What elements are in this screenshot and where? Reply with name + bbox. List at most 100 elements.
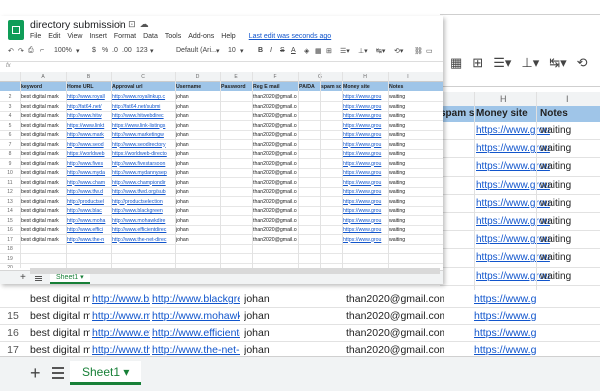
menu-item-edit[interactable]: Edit bbox=[48, 33, 60, 40]
row-number[interactable]: 14 bbox=[0, 208, 20, 214]
column-letter[interactable]: I bbox=[566, 94, 569, 104]
table-cell[interactable]: http://www.the-net-direc bbox=[112, 237, 174, 243]
notes-cell[interactable]: waiting bbox=[540, 180, 571, 191]
table-cell[interactable]: https://www.grou bbox=[343, 151, 387, 157]
table-cell[interactable]: http://www.tfw.d bbox=[67, 189, 110, 195]
table-cell[interactable]: johan bbox=[176, 208, 219, 214]
column-letter[interactable]: I bbox=[388, 74, 428, 80]
sheet-tab[interactable]: Sheet1 ▾ bbox=[70, 361, 142, 385]
table-cell[interactable]: https://www.grou bbox=[474, 293, 536, 305]
menu-item-addons[interactable]: Add-ons bbox=[188, 33, 214, 40]
move-icon[interactable]: ⊡ bbox=[128, 19, 140, 29]
table-cell[interactable]: http://www.blackgreen bbox=[152, 293, 240, 305]
table-cell[interactable]: waiting bbox=[389, 199, 427, 205]
row-number[interactable]: 20 bbox=[0, 265, 20, 268]
table-cell[interactable]: http://www.seodirectory bbox=[112, 142, 174, 148]
table-cell[interactable]: than2020@gmail.com bbox=[253, 161, 297, 167]
table-cell[interactable]: waiting bbox=[389, 161, 427, 167]
table-cell[interactable]: waiting bbox=[389, 151, 427, 157]
table-cell[interactable]: http://www.myda bbox=[67, 170, 110, 176]
wrap-icon[interactable]: ↹▾ bbox=[549, 55, 566, 71]
table-cell[interactable]: than2020@gmail.com bbox=[253, 227, 297, 233]
table-cell[interactable]: https://www.grou bbox=[343, 123, 387, 129]
table-cell[interactable]: http://www.moha bbox=[67, 218, 110, 224]
table-cell[interactable]: than2020@gmail.com bbox=[253, 104, 297, 110]
table-cell[interactable]: https://www.grou bbox=[343, 208, 387, 214]
table-cell[interactable]: waiting bbox=[389, 218, 427, 224]
table-cell[interactable]: http://fat64.net/ bbox=[67, 104, 110, 110]
last-edit-link[interactable]: Last edit was seconds ago bbox=[249, 33, 332, 40]
table-cell[interactable]: http://www.fives bbox=[67, 161, 110, 167]
row-number[interactable]: 10 bbox=[0, 170, 20, 176]
table-cell[interactable]: than2020@gmail.com bbox=[253, 170, 297, 176]
document-title[interactable]: directory submission bbox=[30, 19, 126, 31]
table-cell[interactable]: than2020@gmail.com bbox=[253, 132, 297, 138]
table-cell[interactable]: http://www.efficientdirec bbox=[112, 227, 174, 233]
table-cell[interactable]: https://www.grou bbox=[343, 227, 387, 233]
table-cell[interactable]: best digital mark bbox=[21, 123, 65, 129]
column-letter[interactable]: A bbox=[20, 74, 66, 80]
row-number[interactable]: 15 bbox=[0, 218, 20, 224]
table-cell[interactable]: than2020@gmail.com bbox=[346, 293, 444, 305]
more-formats-chevron-icon[interactable]: ▾ bbox=[150, 47, 154, 55]
table-cell[interactable]: johan bbox=[176, 170, 219, 176]
money-site-cell[interactable]: https://www.grou bbox=[476, 180, 550, 191]
money-site-cell[interactable]: https://www.grou bbox=[476, 143, 550, 154]
table-cell[interactable]: http://www.effici bbox=[92, 327, 150, 339]
all-sheets-icon[interactable] bbox=[35, 276, 42, 282]
table-cell[interactable]: waiting bbox=[389, 208, 427, 214]
notes-cell[interactable]: waiting bbox=[540, 143, 571, 154]
notes-cell[interactable]: waiting bbox=[540, 271, 571, 282]
table-cell[interactable]: johan bbox=[176, 199, 219, 205]
table-cell[interactable]: best digital mark bbox=[30, 293, 90, 305]
strikethrough-button[interactable]: S bbox=[280, 47, 285, 54]
notes-cell[interactable]: waiting bbox=[540, 216, 571, 227]
table-cell[interactable]: best digital mark bbox=[30, 344, 90, 356]
header-cell[interactable]: spam sc bbox=[440, 108, 474, 119]
table-cell[interactable]: best digital mark bbox=[21, 208, 65, 214]
notes-cell[interactable]: waiting bbox=[540, 125, 571, 136]
increase-decimal-button[interactable]: .00 bbox=[122, 47, 132, 54]
all-sheets-icon[interactable] bbox=[52, 367, 64, 382]
merge-icon[interactable]: ⊞ bbox=[472, 55, 483, 71]
header-cell[interactable]: Approval url bbox=[112, 84, 174, 90]
bold-button[interactable]: B bbox=[258, 47, 263, 54]
table-cell[interactable]: http://productselection bbox=[112, 199, 174, 205]
table-cell[interactable]: http://www.hitw bbox=[67, 113, 110, 119]
table-cell[interactable]: https://www.grou bbox=[343, 170, 387, 176]
table-cell[interactable]: waiting bbox=[389, 227, 427, 233]
money-site-cell[interactable]: https://www.grou bbox=[476, 216, 550, 227]
table-cell[interactable]: johan bbox=[176, 113, 219, 119]
table-cell[interactable]: http://www.mohawkdire bbox=[112, 218, 174, 224]
row-number[interactable]: 5 bbox=[0, 123, 20, 129]
table-cell[interactable]: best digital mark bbox=[21, 104, 65, 110]
table-cell[interactable]: johan bbox=[176, 227, 219, 233]
menu-item-file[interactable]: File bbox=[30, 33, 41, 40]
table-cell[interactable]: https://www.grou bbox=[343, 180, 387, 186]
table-cell[interactable]: best digital mark bbox=[21, 151, 65, 157]
zoom-select[interactable]: 100% bbox=[54, 47, 72, 54]
row-number[interactable]: 8 bbox=[0, 151, 20, 157]
table-cell[interactable]: johan bbox=[244, 344, 294, 356]
table-cell[interactable]: http://www.cham bbox=[67, 180, 110, 186]
table-cell[interactable]: johan bbox=[244, 310, 294, 322]
row-number[interactable]: 15 bbox=[0, 310, 26, 322]
table-cell[interactable]: https://www.grou bbox=[474, 310, 536, 322]
table-cell[interactable]: johan bbox=[176, 132, 219, 138]
text-color-button[interactable]: A bbox=[291, 47, 296, 54]
row-number[interactable]: 9 bbox=[0, 161, 20, 167]
table-cell[interactable]: http://www.effici bbox=[67, 227, 110, 233]
row-number[interactable]: 4 bbox=[0, 113, 20, 119]
borders-icon[interactable]: ▦ bbox=[450, 55, 462, 71]
header-cell[interactable]: Username bbox=[176, 84, 219, 90]
menu-item-help[interactable]: Help bbox=[221, 33, 235, 40]
column-letter[interactable]: F bbox=[252, 74, 298, 80]
row-number[interactable]: 6 bbox=[0, 132, 20, 138]
menu-item-data[interactable]: Data bbox=[143, 33, 158, 40]
row-number[interactable]: 19 bbox=[0, 256, 20, 262]
add-sheet-icon[interactable]: + bbox=[30, 363, 41, 384]
row-number[interactable]: 7 bbox=[0, 142, 20, 148]
column-letter[interactable]: H bbox=[342, 74, 388, 80]
row-number[interactable]: 17 bbox=[0, 237, 20, 243]
money-site-cell[interactable]: https://www.grou bbox=[476, 161, 550, 172]
